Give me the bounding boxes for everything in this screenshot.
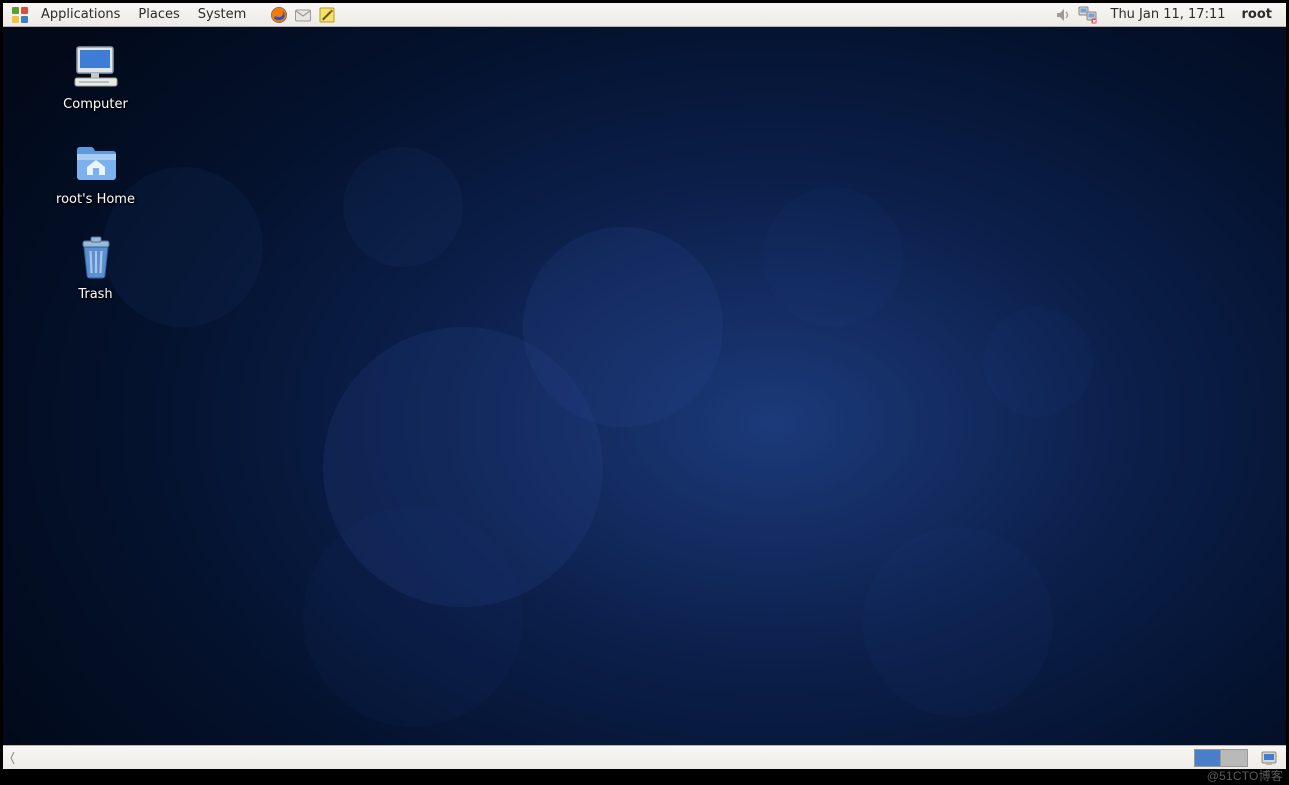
- volume-tray-icon[interactable]: [1053, 4, 1075, 26]
- desktop-icon-label: Computer: [63, 97, 128, 112]
- workspace-switcher[interactable]: [1194, 749, 1248, 767]
- wallpaper-decoration: [863, 527, 1053, 717]
- wallpaper-decoration: [303, 507, 523, 727]
- evolution-mail-launcher-icon[interactable]: [292, 4, 314, 26]
- gnome-main-menu-icon[interactable]: [9, 4, 31, 26]
- text-editor-launcher-icon[interactable]: [316, 4, 338, 26]
- panel-hide-handle[interactable]: [9, 747, 15, 769]
- wallpaper-decoration: [983, 307, 1093, 417]
- desktop-icon-label: root's Home: [56, 192, 135, 207]
- menu-applications[interactable]: Applications: [33, 4, 128, 25]
- menu-system[interactable]: System: [190, 4, 254, 25]
- wallpaper-decoration: [343, 147, 463, 267]
- desktop-icon-label: Trash: [78, 287, 112, 302]
- computer-icon: [71, 45, 121, 91]
- watermark-text: @51CTO博客: [1207, 767, 1283, 784]
- trash-icon: [71, 235, 121, 281]
- menu-places[interactable]: Places: [130, 4, 187, 25]
- workspace-2[interactable]: [1221, 750, 1247, 766]
- workspace-1[interactable]: [1195, 750, 1221, 766]
- home-folder-icon: [71, 140, 121, 186]
- firefox-launcher-icon[interactable]: [268, 4, 290, 26]
- wallpaper-decoration: [763, 187, 903, 327]
- bottom-panel: [3, 745, 1286, 769]
- tray-drawer-icon[interactable]: [1258, 747, 1280, 769]
- network-tray-icon[interactable]: [1077, 4, 1099, 26]
- desktop-icon-trash[interactable]: Trash: [33, 235, 158, 302]
- top-panel: Applications Places System: [3, 3, 1286, 27]
- wallpaper-decoration: [523, 227, 723, 427]
- desktop-wallpaper[interactable]: Computer root's Home: [3, 27, 1286, 747]
- desktop-icon-home[interactable]: root's Home: [33, 140, 158, 207]
- desktop-icon-computer[interactable]: Computer: [33, 45, 158, 112]
- clock[interactable]: Thu Jan 11, 17:11: [1101, 4, 1236, 25]
- user-menu[interactable]: root: [1238, 4, 1281, 25]
